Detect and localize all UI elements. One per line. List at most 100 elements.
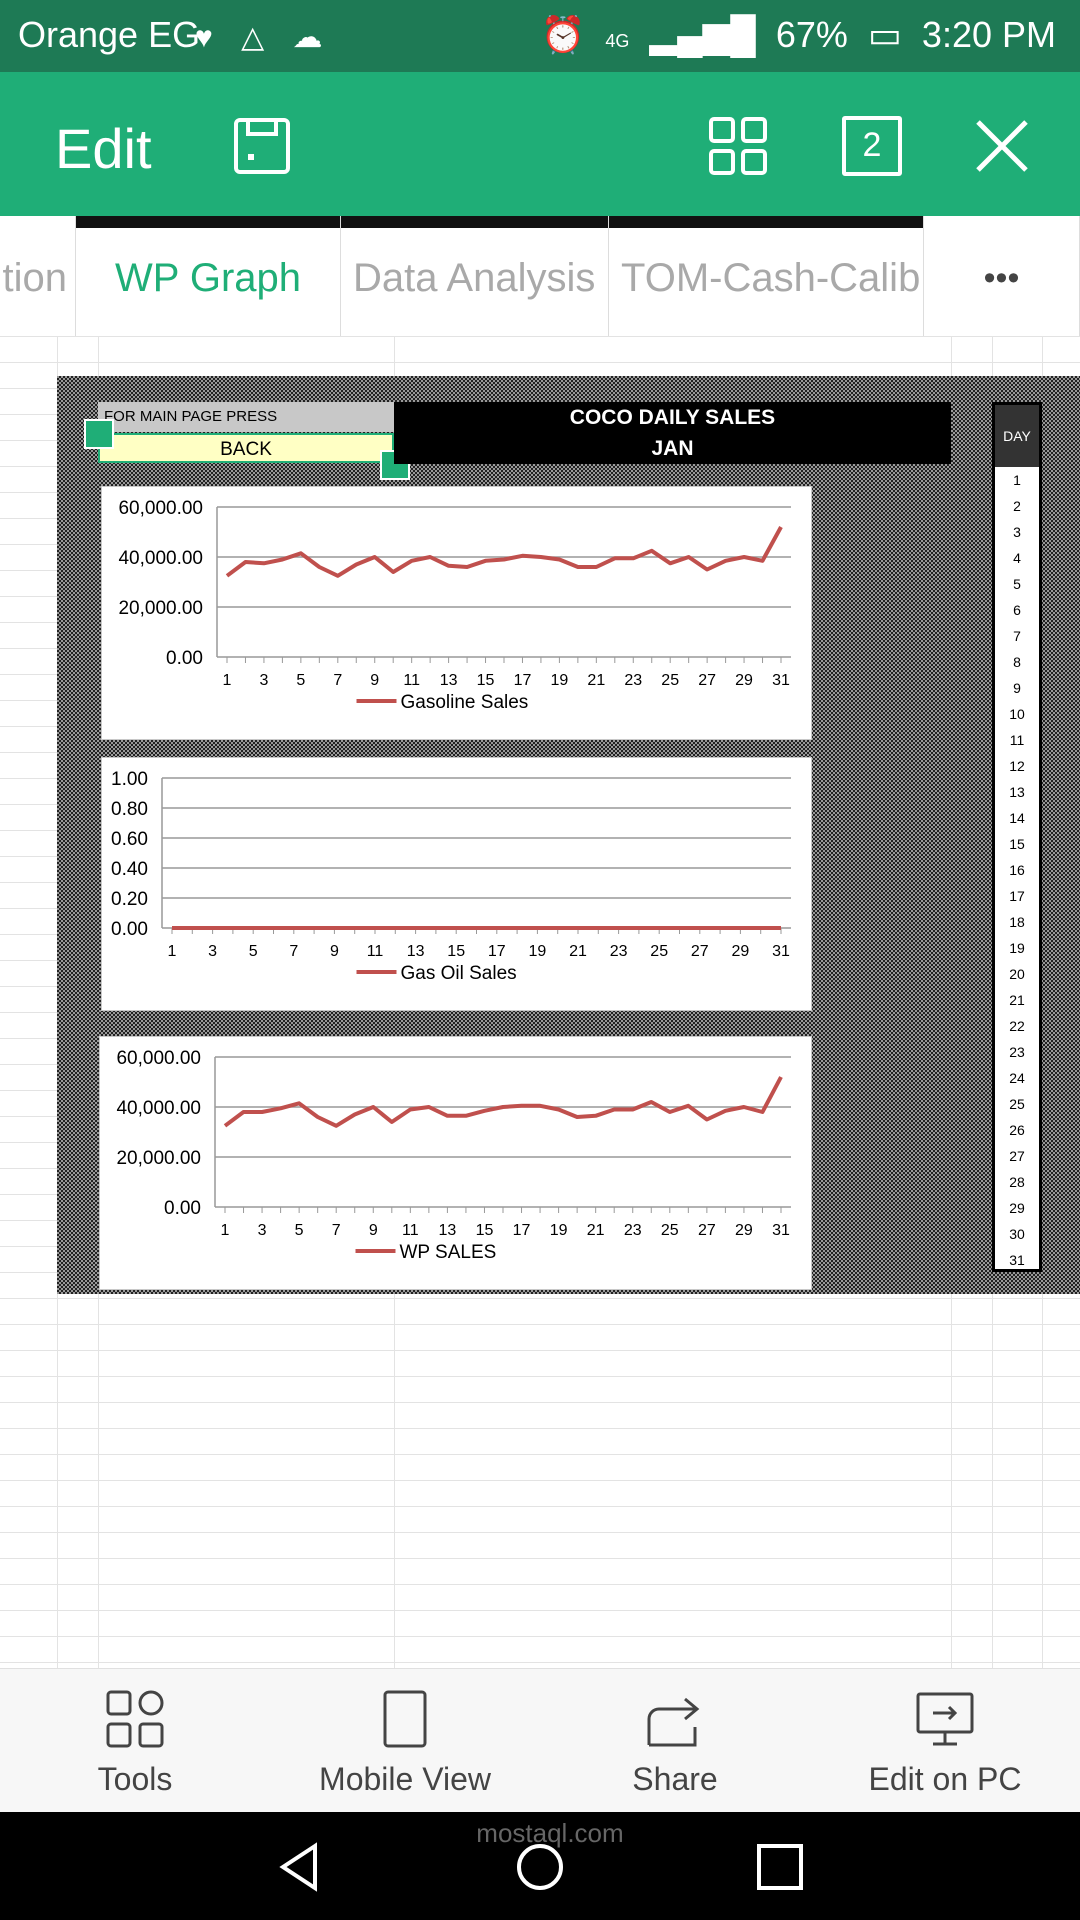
day-cell: 6 (1013, 602, 1021, 618)
x-tick-label: 11 (403, 672, 420, 689)
x-tick-label: 1 (168, 943, 177, 960)
back-button[interactable]: BACK (98, 433, 394, 463)
x-tick-label: 25 (661, 672, 679, 689)
report-title-line2: JAN (651, 437, 694, 460)
gas-oil-sales-chart[interactable]: 0.00 0.20 0.40 0.60 0.80 1.00 1 3 5 7 9 11 13 15 17 19 2… (101, 757, 812, 1011)
y-tick-label: 40,000.00 (116, 1098, 201, 1119)
x-tick-label: 7 (333, 672, 342, 689)
x-tick-label: 13 (439, 1222, 457, 1239)
day-cell: 8 (1013, 654, 1021, 670)
wp-sales-chart-svg: 0.0020,000.0040,000.0060,000.001 3 5 7 9 11 13… (116, 1048, 791, 1263)
main-page-note-text: FOR MAIN PAGE PRESS (104, 408, 278, 425)
clock: 3:20 PM (921, 14, 1056, 55)
gasoline-sales-chart-svg: 0.0020,000.0040,000.0060,000.001 3 5 7 9 11 13… (118, 498, 791, 713)
x-tick-label: 9 (330, 943, 339, 960)
y-tick-label: 60,000.00 (118, 498, 203, 519)
recents-nav-icon[interactable] (755, 1842, 805, 1892)
edit-title: Edit (55, 117, 152, 180)
day-cell: 4 (1013, 550, 1021, 566)
x-tick-label: 17 (513, 1222, 531, 1239)
mobile-view-button[interactable]: Mobile View (270, 1669, 540, 1813)
x-tick-label: 31 (772, 1222, 790, 1239)
x-tick-label: 13 (407, 943, 425, 960)
sheet-count-button[interactable]: 2 (842, 116, 902, 176)
day-cell: 22 (1009, 1018, 1025, 1034)
notification-icons: ♥ △ ☁ (195, 21, 333, 54)
day-cell: 21 (1009, 992, 1025, 1008)
x-tick-label: 5 (295, 1222, 304, 1239)
day-cell: 25 (1009, 1096, 1025, 1112)
more-tabs-button[interactable]: ••• (924, 216, 1080, 336)
x-tick-label: 9 (369, 1222, 378, 1239)
selection-handle-top-left[interactable] (84, 419, 114, 449)
x-tick-label: 27 (691, 943, 709, 960)
day-cell: 28 (1009, 1174, 1025, 1190)
y-tick-label: 20,000.00 (118, 598, 203, 619)
edit-on-pc-button[interactable]: Edit on PC (810, 1669, 1080, 1813)
series-line (225, 526, 783, 578)
x-tick-label: 15 (447, 943, 465, 960)
battery-icon: ▭ (867, 14, 902, 55)
tools-button[interactable]: Tools (0, 1669, 270, 1813)
home-nav-icon[interactable] (515, 1842, 565, 1892)
day-cell: 27 (1009, 1148, 1025, 1164)
tab-data-analysis[interactable]: Data Analysis (341, 216, 609, 336)
day-cell: 2 (1013, 498, 1021, 514)
y-tick-label: 0.40 (111, 859, 148, 880)
x-tick-label: 3 (208, 943, 217, 960)
x-tick-label: 23 (610, 943, 628, 960)
x-tick-label: 19 (550, 1222, 568, 1239)
day-cell: 24 (1009, 1070, 1025, 1086)
desktop-icon (916, 1692, 974, 1746)
save-icon[interactable] (232, 116, 292, 176)
bottom-toolbar: Tools Mobile View Share Edit on PC (0, 1668, 1080, 1813)
x-tick-label: 11 (402, 1222, 419, 1239)
legend-label: Gasoline Sales (401, 692, 529, 713)
grid-view-icon[interactable] (708, 116, 768, 176)
x-tick-label: 23 (624, 1222, 642, 1239)
day-cell: 13 (1009, 784, 1025, 800)
x-tick-label: 21 (587, 672, 605, 689)
x-tick-label: 23 (624, 672, 642, 689)
x-tick-label: 7 (289, 943, 298, 960)
x-tick-label: 15 (476, 1222, 494, 1239)
x-tick-label: 5 (249, 943, 258, 960)
day-cell: 19 (1009, 940, 1025, 956)
report-title: COCO DAILY SALES JAN (394, 402, 951, 464)
x-tick-label: 29 (732, 943, 750, 960)
x-tick-label: 29 (735, 1222, 753, 1239)
back-nav-icon[interactable] (275, 1842, 325, 1892)
y-tick-label: 60,000.00 (116, 1048, 201, 1069)
status-bar: Orange EG ♥ △ ☁ ⏰ 4G ▂▄▆█ 67% ▭ 3:20 PM (0, 0, 1080, 72)
day-cell: 11 (1009, 732, 1025, 748)
tab-tom-cash-calib[interactable]: TOM-Cash-Calib (609, 216, 924, 336)
day-column: DAY 1 2 3 4 5 6 7 8 9 10 11 12 13 14 15 16 17 18 19 20 21 22 2… (992, 402, 1042, 1272)
y-tick-label: 20,000.00 (116, 1148, 201, 1169)
day-cell: 26 (1009, 1122, 1025, 1138)
day-cell: 15 (1009, 836, 1025, 852)
close-icon[interactable] (972, 116, 1032, 176)
x-tick-label: 17 (514, 672, 532, 689)
y-tick-label: 0.00 (164, 1198, 201, 1219)
gasoline-sales-chart[interactable]: 0.00 20,000.00 40,000.00 60,000.00 1 3 5 7 9 11 13… (101, 486, 812, 740)
network-type: 4G (605, 31, 630, 51)
x-tick-label: 25 (650, 943, 668, 960)
y-tick-label: 40,000.00 (118, 548, 203, 569)
status-right: ⏰ 4G ▂▄▆█ 67% ▭ 3:20 PM (531, 14, 1056, 56)
x-tick-label: 9 (370, 672, 379, 689)
x-tick-label: 7 (332, 1222, 341, 1239)
day-cell: 16 (1009, 862, 1025, 878)
x-tick-label: 1 (221, 1222, 230, 1239)
series-line (223, 1076, 783, 1128)
x-tick-label: 15 (477, 672, 495, 689)
day-cell: 10 (1009, 706, 1025, 722)
tab-wp-graph[interactable]: WP Graph (76, 216, 341, 336)
tools-icon (106, 1690, 164, 1748)
x-tick-label: 21 (587, 1222, 605, 1239)
tab-partial[interactable]: tion (0, 216, 76, 336)
share-button[interactable]: Share (540, 1669, 810, 1813)
y-tick-label: 1.00 (111, 769, 148, 790)
share-icon (647, 1697, 700, 1747)
x-tick-label: 27 (698, 672, 716, 689)
wp-sales-chart[interactable]: 0.00 20,000.00 40,000.00 60,000.00 1 3 5 7 9 11 13… (99, 1036, 812, 1290)
